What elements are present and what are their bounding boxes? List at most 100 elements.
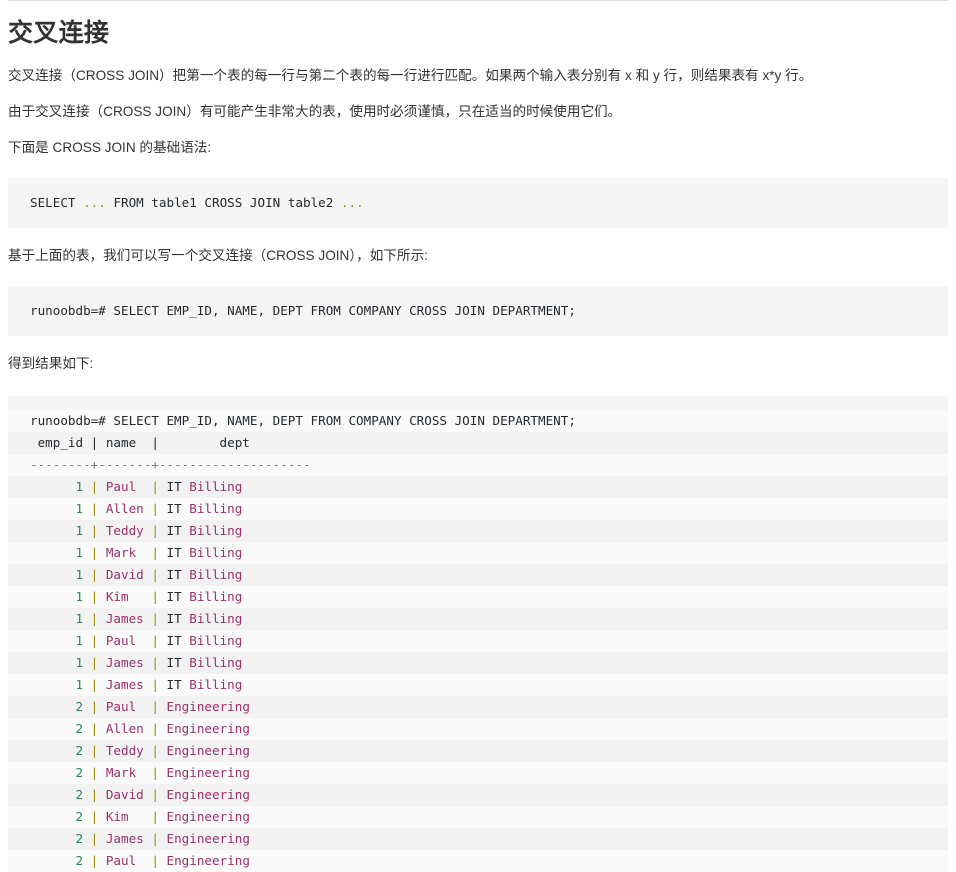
column-divider: | — [143, 764, 167, 780]
column-divider: | — [83, 808, 106, 824]
column-divider: | — [83, 654, 106, 670]
result-separator-text: --------+-------+-------------------- — [30, 456, 311, 472]
table-row: 2 | David | Engineering — [8, 783, 948, 806]
cell-name: David — [105, 786, 144, 802]
cell-name: James — [105, 676, 144, 692]
column-divider: | — [83, 720, 106, 736]
cell-name: Mark — [105, 544, 144, 560]
paragraph-intro-2: 由于交叉连接（CROSS JOIN）有可能产生非常大的表，使用时必须谨慎，只在适… — [8, 103, 622, 119]
code-block-result[interactable]: runoobdb=# SELECT EMP_ID, NAME, DEPT FRO… — [8, 395, 948, 872]
cell-name: Paul — [105, 852, 144, 868]
cell-name: Kim — [105, 808, 144, 824]
cell-dept: Engineering — [166, 742, 250, 758]
column-divider: | — [143, 544, 167, 560]
cell-emp-id: 2 — [30, 720, 84, 736]
cell-dept-prefix: IT — [166, 522, 190, 538]
code-line: runoobdb=# SELECT EMP_ID, NAME, DEPT FRO… — [30, 302, 576, 318]
table-row: 1 | Mark | IT Billing — [8, 541, 948, 564]
cell-name: Allen — [105, 500, 144, 516]
cell-dept: Engineering — [166, 698, 250, 714]
column-divider: | — [143, 478, 167, 494]
result-separator-row: --------+-------+-------------------- — [8, 453, 948, 476]
cell-dept: Engineering — [166, 764, 250, 780]
column-divider: | — [83, 676, 106, 692]
column-divider: | — [143, 566, 167, 582]
cell-emp-id: 1 — [30, 544, 84, 560]
column-divider: | — [143, 654, 167, 670]
table-row: 1 | Teddy | IT Billing — [8, 519, 948, 542]
column-divider: | — [83, 588, 106, 604]
code-ellipsis-1: ... — [83, 194, 106, 210]
cell-dept-prefix: IT — [166, 632, 190, 648]
cell-dept: Engineering — [166, 808, 250, 824]
column-divider: | — [83, 742, 106, 758]
paragraph-example-lead: 基于上面的表，我们可以写一个交叉连接（CROSS JOIN），如下所示: — [8, 247, 428, 263]
cell-emp-id: 1 — [30, 632, 84, 648]
code-block-syntax[interactable]: SELECT ... FROM table1 CROSS JOIN table2… — [8, 177, 948, 228]
cell-emp-id: 2 — [30, 764, 84, 780]
table-row: 1 | Kim | IT Billing — [8, 585, 948, 608]
cell-emp-id: 2 — [30, 808, 84, 824]
code-ellipsis-2: ... — [340, 194, 364, 210]
table-row: 2 | James | Engineering — [8, 827, 948, 850]
cell-dept: Billing — [189, 654, 243, 670]
cell-dept: Billing — [189, 632, 243, 648]
column-divider: | — [83, 610, 106, 626]
table-row: 2 | Paul | Engineering — [8, 695, 948, 718]
cell-emp-id: 2 — [30, 852, 84, 868]
column-divider: | — [83, 500, 106, 516]
cell-emp-id: 1 — [30, 654, 84, 670]
column-divider: | — [143, 698, 167, 714]
table-row: 1 | Paul | IT Billing — [8, 629, 948, 652]
result-header-text: emp_id | name | dept — [30, 434, 250, 450]
cell-dept: Billing — [189, 544, 243, 560]
column-divider: | — [83, 522, 106, 538]
column-divider: | — [143, 786, 167, 802]
column-divider: | — [143, 610, 167, 626]
column-divider: | — [143, 676, 167, 692]
cell-emp-id: 2 — [30, 698, 84, 714]
code-clause: FROM table1 CROSS JOIN table2 — [113, 194, 334, 210]
column-divider: | — [143, 720, 167, 736]
cell-dept-prefix: IT — [166, 566, 190, 582]
cell-dept: Engineering — [166, 786, 250, 802]
top-divider — [8, 0, 948, 1]
cell-emp-id: 2 — [30, 742, 84, 758]
table-row: 2 | Kim | Engineering — [8, 805, 948, 828]
code-block-example[interactable]: runoobdb=# SELECT EMP_ID, NAME, DEPT FRO… — [8, 285, 948, 336]
result-header-row: emp_id | name | dept — [8, 431, 948, 454]
cell-emp-id: 2 — [30, 830, 84, 846]
column-divider: | — [143, 500, 167, 516]
cell-dept: Engineering — [166, 720, 250, 736]
table-row: 2 | Allen | Engineering — [8, 717, 948, 740]
column-divider: | — [83, 544, 106, 560]
column-divider: | — [143, 808, 167, 824]
article-content: 交叉连接 交叉连接（CROSS JOIN）把第一个表的每一行与第二个表的每一行进… — [0, 18, 956, 872]
column-divider: | — [143, 632, 167, 648]
table-row: 2 | Paul | Engineering — [8, 849, 948, 872]
paragraph-intro-1: 交叉连接（CROSS JOIN）把第一个表的每一行与第二个表的每一行进行匹配。如… — [8, 68, 813, 83]
column-divider: | — [83, 478, 106, 494]
column-divider: | — [83, 830, 106, 846]
code-keyword-select: SELECT — [30, 194, 76, 210]
table-row: 1 | James | IT Billing — [8, 651, 948, 674]
table-row: 1 | James | IT Billing — [8, 673, 948, 696]
table-row: 1 | Allen | IT Billing — [8, 497, 948, 520]
column-divider: | — [83, 786, 106, 802]
cell-name: Paul — [105, 698, 144, 714]
result-prompt-line: runoobdb=# SELECT EMP_ID, NAME, DEPT FRO… — [8, 409, 948, 432]
cell-name: Allen — [105, 720, 144, 736]
cell-dept: Billing — [189, 610, 243, 626]
result-rows-container: 1 | Paul | IT Billing 1 | Allen | IT Bil… — [8, 475, 948, 872]
cell-name: Kim — [105, 588, 144, 604]
table-row: 1 | James | IT Billing — [8, 607, 948, 630]
cell-dept-prefix: IT — [166, 610, 190, 626]
column-divider: | — [143, 588, 167, 604]
column-divider: | — [143, 830, 167, 846]
cell-dept: Billing — [189, 676, 243, 692]
column-divider: | — [143, 742, 167, 758]
cell-dept-prefix: IT — [166, 478, 190, 494]
page-title: 交叉连接 — [8, 19, 110, 47]
cell-name: James — [105, 654, 144, 670]
cell-emp-id: 1 — [30, 676, 84, 692]
